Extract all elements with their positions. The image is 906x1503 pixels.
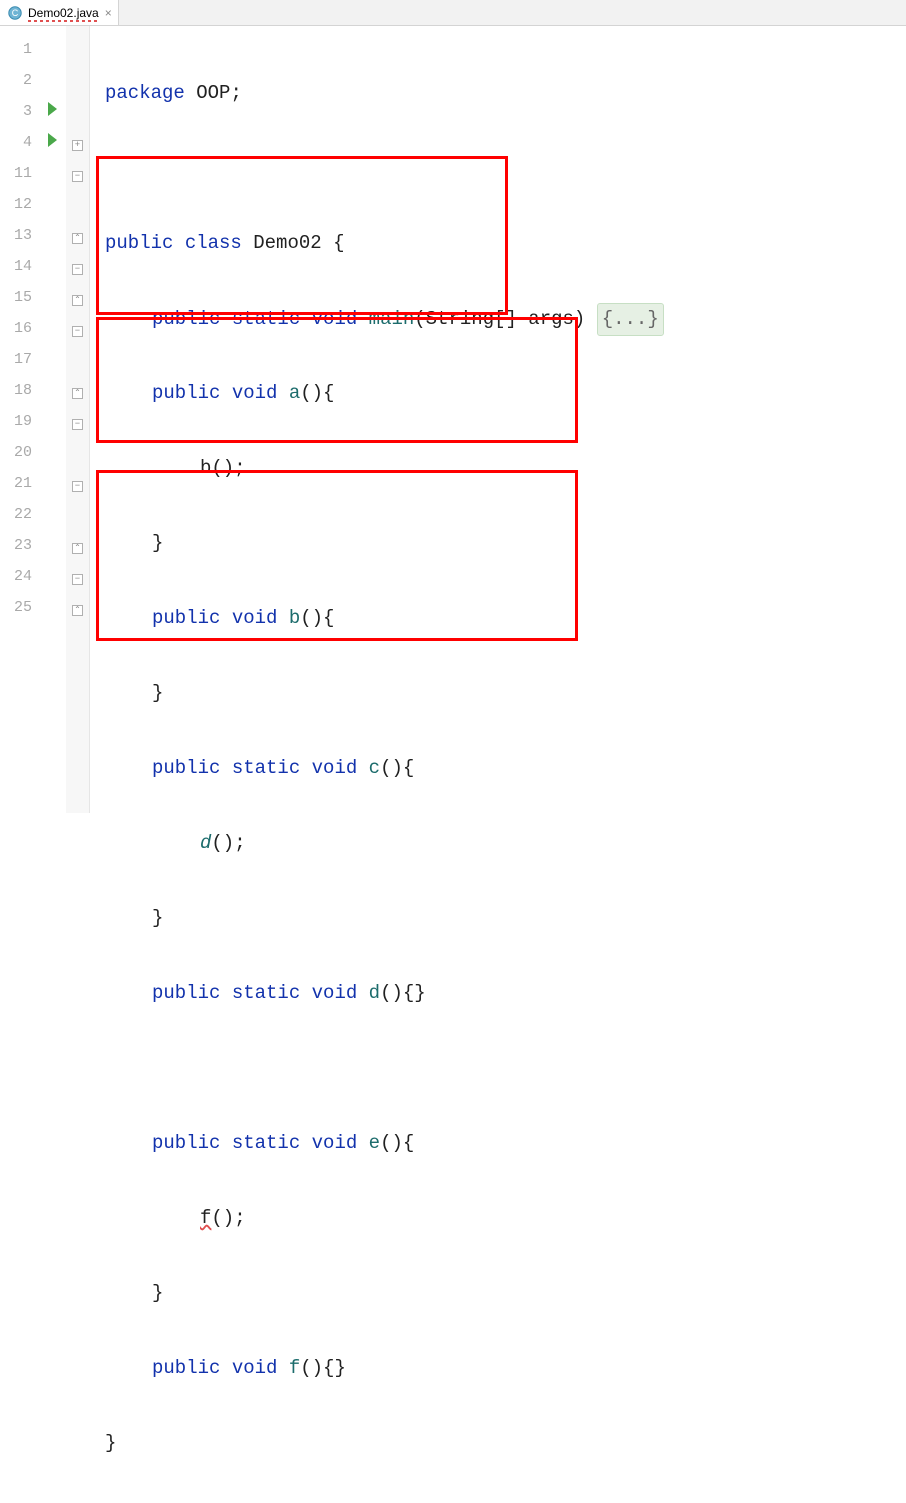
svg-text:C: C xyxy=(12,8,19,18)
line-number: 23 xyxy=(0,530,38,561)
folded-region[interactable]: {...} xyxy=(597,303,664,336)
fold-toggle[interactable] xyxy=(66,406,89,437)
line-number: 17 xyxy=(0,344,38,375)
line-number: 22 xyxy=(0,499,38,530)
line-number: 12 xyxy=(0,189,38,220)
code-line: } xyxy=(90,678,906,709)
line-number: 13 xyxy=(0,220,38,251)
code-line: public void f(){} xyxy=(90,1353,906,1384)
code-line: public void b(){ xyxy=(90,603,906,634)
line-number: 4 xyxy=(0,127,38,158)
fold-toggle[interactable] xyxy=(66,127,89,158)
line-number: 18 xyxy=(0,375,38,406)
code-line: } xyxy=(90,528,906,559)
run-class-marker[interactable] xyxy=(38,96,66,127)
code-line xyxy=(90,153,906,184)
run-triangle-icon xyxy=(48,133,57,147)
close-icon[interactable]: × xyxy=(105,7,112,19)
fold-up-icon xyxy=(72,388,83,399)
code-line: public static void main(String[] args) {… xyxy=(90,303,906,334)
fold-toggle[interactable] xyxy=(66,530,89,561)
editor-tab[interactable]: C Demo02.java × xyxy=(0,0,119,25)
line-number: 19 xyxy=(0,406,38,437)
run-gutter xyxy=(38,26,66,813)
fold-toggle[interactable] xyxy=(66,375,89,406)
line-number: 25 xyxy=(0,592,38,623)
fold-gutter xyxy=(66,26,90,813)
fold-minus-icon xyxy=(72,326,83,337)
run-main-marker[interactable] xyxy=(38,127,66,158)
code-text-area[interactable]: package OOP; public class Demo02 { publi… xyxy=(90,26,906,813)
fold-minus-icon xyxy=(72,264,83,275)
code-line: public static void e(){ xyxy=(90,1128,906,1159)
line-number: 20 xyxy=(0,437,38,468)
fold-toggle[interactable] xyxy=(66,313,89,344)
editor-tabbar: C Demo02.java × xyxy=(0,0,906,26)
java-class-file-icon: C xyxy=(8,6,22,20)
line-number: 15 xyxy=(0,282,38,313)
fold-toggle[interactable] xyxy=(66,220,89,251)
code-line: public static void d(){} xyxy=(90,978,906,1009)
line-number: 16 xyxy=(0,313,38,344)
code-line: } xyxy=(90,1278,906,1309)
fold-toggle[interactable] xyxy=(66,158,89,189)
code-line: } xyxy=(90,1428,906,1459)
tab-filename: Demo02.java xyxy=(28,6,99,20)
fold-toggle[interactable] xyxy=(66,592,89,623)
code-line xyxy=(90,1053,906,1084)
code-line: b(); xyxy=(90,453,906,484)
run-triangle-icon xyxy=(48,102,57,116)
code-line: } xyxy=(90,903,906,934)
line-number-gutter: 1 2 3 4 11 12 13 14 15 16 17 18 19 20 21… xyxy=(0,26,38,813)
fold-up-icon xyxy=(72,233,83,244)
fold-up-icon xyxy=(72,605,83,616)
code-line: f(); xyxy=(90,1203,906,1234)
line-number: 14 xyxy=(0,251,38,282)
fold-toggle[interactable] xyxy=(66,468,89,499)
line-number: 21 xyxy=(0,468,38,499)
line-number: 3 xyxy=(0,96,38,127)
fold-toggle[interactable] xyxy=(66,251,89,282)
fold-toggle[interactable] xyxy=(66,282,89,313)
code-line: public class Demo02 { xyxy=(90,228,906,259)
line-number: 24 xyxy=(0,561,38,592)
code-line: public void a(){ xyxy=(90,378,906,409)
code-line: public static void c(){ xyxy=(90,753,906,784)
fold-plus-icon xyxy=(72,140,83,151)
fold-minus-icon xyxy=(72,419,83,430)
fold-minus-icon xyxy=(72,574,83,585)
fold-minus-icon xyxy=(72,481,83,492)
code-line: package OOP; xyxy=(90,78,906,109)
line-number: 1 xyxy=(0,34,38,65)
code-editor[interactable]: 1 2 3 4 11 12 13 14 15 16 17 18 19 20 21… xyxy=(0,26,906,813)
code-line: d(); xyxy=(90,828,906,859)
fold-toggle[interactable] xyxy=(66,561,89,592)
fold-minus-icon xyxy=(72,171,83,182)
line-number: 11 xyxy=(0,158,38,189)
fold-up-icon xyxy=(72,543,83,554)
line-number: 2 xyxy=(0,65,38,96)
fold-up-icon xyxy=(72,295,83,306)
